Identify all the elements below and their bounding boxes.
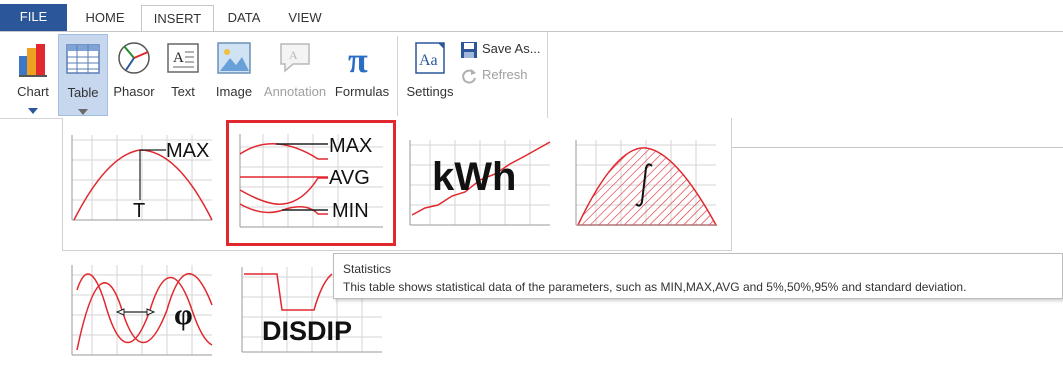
tab-view[interactable]: VIEW — [276, 5, 334, 31]
tooltip: Statistics This table shows statistical … — [333, 253, 1063, 299]
save-as-label: Save As... — [482, 41, 541, 56]
phasor-label: Phasor — [113, 84, 155, 99]
text-button[interactable]: A Text — [162, 34, 204, 116]
chevron-down-icon — [78, 109, 88, 115]
content-divider — [732, 147, 1063, 148]
tab-data[interactable]: DATA — [216, 5, 272, 31]
svg-text:π: π — [348, 40, 368, 78]
chart-label: Chart — [17, 84, 49, 99]
energy-thumbnail: kWh — [409, 140, 551, 226]
avg-label: AVG — [329, 167, 370, 189]
save-as-button[interactable]: Save As... — [460, 39, 541, 59]
annotation-icon: A — [280, 43, 310, 73]
max-label: MAX — [166, 140, 209, 162]
gallery-tile-time-of-max[interactable]: MAX T — [62, 125, 222, 225]
chart-button[interactable]: Chart — [10, 34, 56, 116]
chevron-down-icon — [28, 108, 38, 114]
table-icon — [66, 44, 100, 74]
svg-text:Aa: Aa — [419, 52, 438, 69]
phasor-button[interactable]: Phasor — [110, 34, 158, 116]
settings-button[interactable]: Aa Settings — [403, 34, 457, 116]
tooltip-body: This table shows statistical data of the… — [343, 280, 967, 294]
image-icon — [217, 42, 251, 74]
integral-thumbnail — [575, 140, 718, 226]
gallery-tile-statistics[interactable]: MAX AVG MIN — [226, 120, 396, 246]
disdip-label: DISDIP — [262, 316, 352, 346]
annotation-button[interactable]: A Annotation — [259, 34, 331, 116]
floppy-disk-icon — [461, 41, 477, 58]
phi-label: φ — [174, 298, 193, 331]
refresh-icon — [462, 68, 476, 84]
settings-label: Settings — [406, 84, 454, 99]
tab-file[interactable]: FILE — [0, 4, 67, 31]
gallery-tile-integral[interactable] — [566, 130, 726, 230]
max-label: MAX — [329, 135, 372, 157]
ribbon-right-border — [547, 32, 548, 119]
svg-text:A: A — [289, 48, 298, 62]
min-label: MIN — [332, 200, 369, 222]
svg-text:A: A — [173, 50, 184, 66]
image-label: Image — [215, 84, 253, 99]
table-button[interactable]: Table — [58, 34, 108, 116]
annotation-label: Annotation — [263, 84, 327, 99]
table-label: Table — [67, 85, 99, 100]
formulas-label: Formulas — [334, 84, 390, 99]
tooltip-title: Statistics — [343, 262, 392, 276]
refresh-label: Refresh — [482, 67, 528, 82]
phase-thumbnail: φ — [71, 265, 213, 356]
image-button[interactable]: Image — [211, 34, 257, 116]
statistics-thumbnail: MAX AVG MIN — [239, 134, 383, 228]
gallery-tile-phase[interactable]: φ — [62, 260, 222, 360]
pi-icon: π — [348, 40, 368, 78]
tab-insert[interactable]: INSERT — [141, 5, 214, 34]
text-label: Text — [171, 84, 195, 99]
text-box-icon: A — [167, 43, 199, 73]
phasor-icon — [118, 42, 150, 74]
t-label: T — [133, 200, 145, 222]
time-of-max-thumbnail: MAX T — [71, 135, 213, 222]
refresh-button[interactable]: Refresh — [460, 65, 528, 85]
ribbon-group-separator — [397, 36, 398, 116]
tab-home[interactable]: HOME — [72, 5, 138, 31]
gallery-tile-energy[interactable]: kWh — [400, 130, 560, 230]
kwh-label: kWh — [432, 155, 516, 199]
font-settings-icon: Aa — [415, 42, 445, 74]
formulas-button[interactable]: π Formulas — [332, 34, 392, 116]
bar-chart-icon — [19, 44, 47, 77]
ribbon-tab-bar: FILE HOME INSERT DATA VIEW — [0, 0, 1063, 34]
